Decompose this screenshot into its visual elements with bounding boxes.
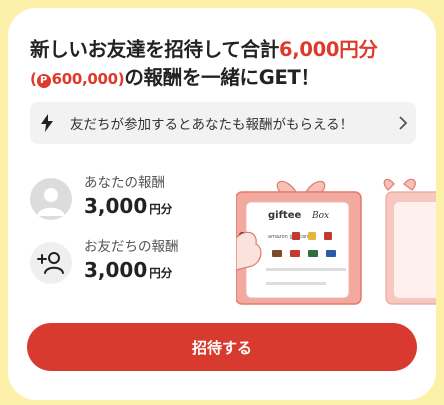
gift-brand: giftee bbox=[268, 210, 301, 221]
my-reward-unit: 円分 bbox=[149, 202, 173, 216]
headline: 新しいお友達を招待して合計6,000円分 (P 600,000)の報酬を一緒にGE… bbox=[30, 36, 430, 93]
lightning-icon bbox=[30, 114, 70, 132]
points-icon: P bbox=[36, 74, 51, 88]
banner-text: 友だちが参加するとあなたも報酬がもらえる！ bbox=[70, 117, 354, 133]
my-reward-label: あなたの報酬 bbox=[84, 175, 165, 191]
friend-reward-label: お友だちの報酬 bbox=[84, 239, 179, 255]
headline-line-2: (P 600,000)の報酬を一緒にGET！ bbox=[30, 64, 430, 93]
friend-reward-unit: 円分 bbox=[149, 266, 173, 280]
my-reward-value: 3,000 円分 bbox=[84, 192, 172, 223]
chevron-right-icon bbox=[390, 116, 416, 130]
invite-card: 新しいお友達を招待して合計6,000円分 (P 600,000)の報酬を一緒にGE… bbox=[8, 8, 436, 400]
my-reward-amount: 3,000 bbox=[84, 194, 148, 218]
my-reward: あなたの報酬 3,000 円分 bbox=[30, 174, 172, 223]
headline-suffix: の報酬を一緒にGET！ bbox=[124, 66, 320, 89]
invite-button[interactable]: 招待する bbox=[27, 323, 417, 371]
add-friend-icon bbox=[30, 241, 72, 284]
my-reward-text: あなたの報酬 3,000 円分 bbox=[84, 174, 172, 223]
gift-brand-suffix: Box bbox=[311, 211, 329, 221]
user-avatar-icon bbox=[30, 177, 72, 220]
friend-reward-amount: 3,000 bbox=[84, 258, 148, 282]
friend-reward-text: お友だちの報酬 3,000 円分 bbox=[84, 238, 179, 287]
gift-sub-label: amazon gift card bbox=[268, 234, 310, 240]
points-value: 600,000) bbox=[51, 70, 125, 88]
points-open: ( bbox=[30, 70, 37, 88]
headline-prefix: 新しいお友達を招待して合計 bbox=[30, 38, 280, 61]
headline-amount: 6,000円分 bbox=[279, 38, 378, 61]
friend-reward-value: 3,000 円分 bbox=[84, 256, 179, 287]
friend-reward: お友だちの報酬 3,000 円分 bbox=[30, 238, 179, 287]
gift-box-illustration: giftee Box amazon gift card e bbox=[236, 178, 436, 308]
info-banner[interactable]: 友だちが参加するとあなたも報酬がもらえる！ bbox=[30, 102, 416, 144]
headline-line-1: 新しいお友達を招待して合計6,000円分 bbox=[30, 36, 430, 64]
